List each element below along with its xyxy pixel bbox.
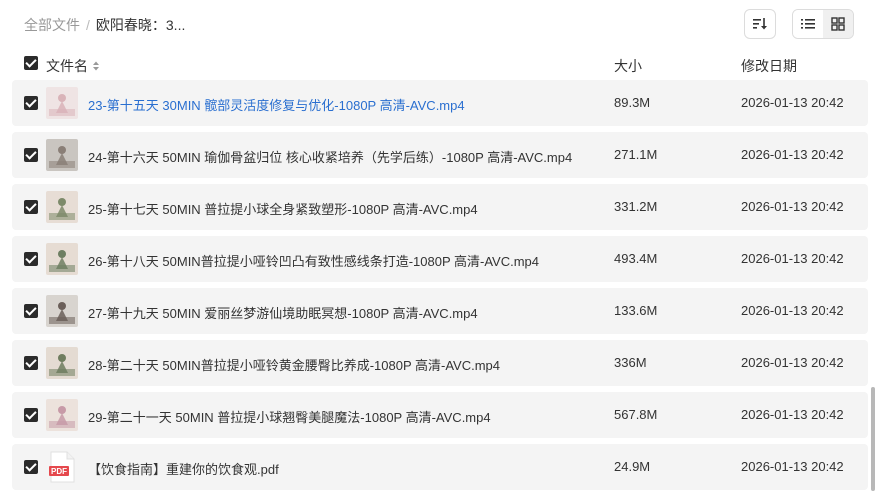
file-name[interactable]: 27-第十九天 50MIN 爱丽丝梦游仙境助眠冥想-1080P 高清-AVC.m… [88, 303, 478, 322]
file-checkbox[interactable] [24, 356, 38, 370]
file-row[interactable]: PDF 【饮食指南】重建你的饮食观.pdf 24.9M 2026-01-13 20:4… [12, 444, 868, 490]
file-modified-date: 2026-01-13 20:42 [741, 303, 844, 318]
grid-view-icon [831, 17, 845, 31]
size-column-header[interactable]: 大小 [614, 56, 642, 76]
top-bar: 全部文件 / 欧阳春晓：3... [0, 0, 878, 48]
file-modified-date: 2026-01-13 20:42 [741, 251, 844, 266]
file-name[interactable]: 26-第十八天 50MIN普拉提小哑铃凹凸有致性感线条打造-1080P 高清-A… [88, 251, 539, 270]
modified-column-header[interactable]: 修改日期 [741, 56, 797, 76]
file-list-header: 文件名 大小 修改日期 [0, 50, 878, 78]
select-all-checkbox[interactable] [24, 56, 38, 70]
file-size: 331.2M [614, 199, 658, 214]
file-checkbox[interactable] [24, 408, 38, 422]
file-modified-date: 2026-01-13 20:42 [741, 199, 844, 214]
view-mode-switch [792, 9, 854, 39]
file-modified-date: 2026-01-13 20:42 [741, 355, 844, 370]
file-row[interactable]: 24-第十六天 50MIN 瑜伽骨盆归位 核心收紧培养（先学后练）-1080P … [12, 132, 868, 178]
video-thumbnail-icon [46, 139, 78, 171]
file-size: 493.4M [614, 251, 658, 266]
file-row[interactable]: 28-第二十天 50MIN普拉提小哑铃黄金腰臀比养成-1080P 高清-AVC.… [12, 340, 868, 386]
pdf-badge-text: PDF [51, 467, 67, 476]
name-column-label: 文件名 [46, 58, 88, 74]
file-row[interactable]: 26-第十八天 50MIN普拉提小哑铃凹凸有致性感线条打造-1080P 高清-A… [12, 236, 868, 282]
file-list: 23-第十五天 30MIN 髋部灵活度修复与优化-1080P 高清-AVC.mp… [12, 80, 868, 495]
file-modified-date: 2026-01-13 20:42 [741, 147, 844, 162]
grid-view-button[interactable] [823, 10, 853, 38]
scrollbar[interactable] [871, 387, 875, 491]
breadcrumb-separator: / [86, 17, 90, 33]
video-thumbnail-icon [46, 347, 78, 379]
video-thumbnail-icon [46, 87, 78, 119]
video-thumbnail-icon [46, 295, 78, 327]
file-size: 24.9M [614, 459, 651, 474]
file-size: 271.1M [614, 147, 658, 162]
file-size: 567.8M [614, 407, 658, 422]
video-thumbnail-icon [46, 243, 78, 275]
sort-icon [753, 18, 767, 30]
file-row[interactable]: 23-第十五天 30MIN 髋部灵活度修复与优化-1080P 高清-AVC.mp… [12, 80, 868, 126]
file-name[interactable]: 【饮食指南】重建你的饮食观.pdf [88, 459, 279, 478]
file-name[interactable]: 25-第十七天 50MIN 普拉提小球全身紧致塑形-1080P 高清-AVC.m… [88, 199, 478, 218]
name-column-header[interactable]: 文件名 [46, 56, 101, 76]
file-row[interactable]: 29-第二十一天 50MIN 普拉提小球翘臀美腿魔法-1080P 高清-AVC.… [12, 392, 868, 438]
file-checkbox[interactable] [24, 200, 38, 214]
file-checkbox[interactable] [24, 304, 38, 318]
sort-button[interactable] [744, 9, 776, 39]
file-name[interactable]: 28-第二十天 50MIN普拉提小哑铃黄金腰臀比养成-1080P 高清-AVC.… [88, 355, 500, 374]
file-modified-date: 2026-01-13 20:42 [741, 459, 844, 474]
breadcrumb: 全部文件 / 欧阳春晓：3... [24, 15, 185, 35]
file-row[interactable]: 27-第十九天 50MIN 爱丽丝梦游仙境助眠冥想-1080P 高清-AVC.m… [12, 288, 868, 334]
file-modified-date: 2026-01-13 20:42 [741, 95, 844, 110]
breadcrumb-root-link[interactable]: 全部文件 [24, 15, 80, 35]
file-row[interactable]: 25-第十七天 50MIN 普拉提小球全身紧致塑形-1080P 高清-AVC.m… [12, 184, 868, 230]
file-checkbox[interactable] [24, 96, 38, 110]
file-modified-date: 2026-01-13 20:42 [741, 407, 844, 422]
list-view-icon [801, 19, 815, 29]
file-checkbox[interactable] [24, 252, 38, 266]
breadcrumb-current: 欧阳春晓：3... [95, 17, 186, 33]
list-view-button[interactable] [793, 10, 823, 38]
file-name[interactable]: 23-第十五天 30MIN 髋部灵活度修复与优化-1080P 高清-AVC.mp… [88, 95, 465, 114]
file-checkbox[interactable] [24, 148, 38, 162]
file-name[interactable]: 24-第十六天 50MIN 瑜伽骨盆归位 核心收紧培养（先学后练）-1080P … [88, 147, 572, 166]
file-size: 133.6M [614, 303, 658, 318]
sort-arrows-icon [93, 61, 99, 71]
pdf-icon: PDF [46, 451, 78, 483]
file-checkbox[interactable] [24, 460, 38, 474]
video-thumbnail-icon [46, 191, 78, 223]
video-thumbnail-icon [46, 399, 78, 431]
file-name[interactable]: 29-第二十一天 50MIN 普拉提小球翘臀美腿魔法-1080P 高清-AVC.… [88, 407, 491, 426]
file-size: 336M [614, 355, 647, 370]
file-size: 89.3M [614, 95, 651, 110]
